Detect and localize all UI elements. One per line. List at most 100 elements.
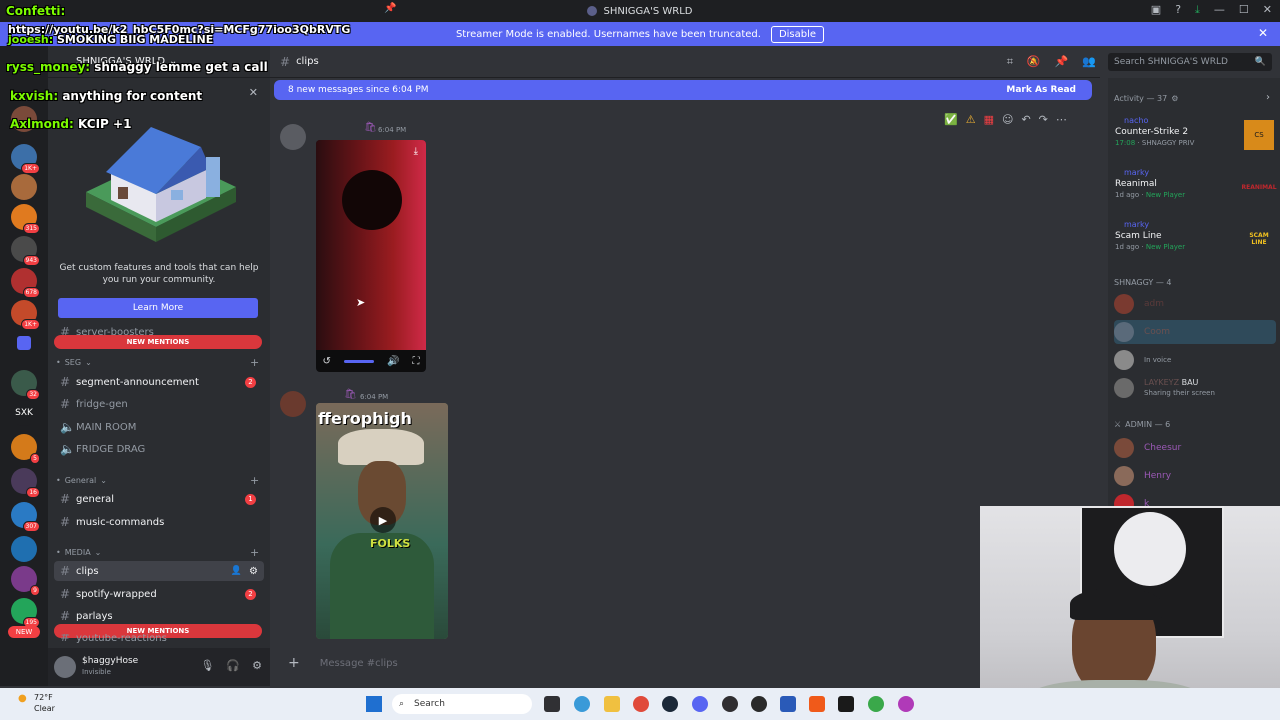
video-attachment[interactable]: fferophigh FOLKS ▶ [316,403,448,639]
channel-youtube-reactions[interactable]: # youtube-reactions [54,634,264,644]
inbox-icon[interactable]: ▣ [1151,3,1161,17]
server-icon[interactable] [11,174,37,200]
brave-icon[interactable] [809,696,825,712]
task-view-icon[interactable] [544,696,560,712]
new-mentions-pill[interactable]: NEW MENTIONS [54,335,262,349]
gear-icon[interactable]: ⚙ [252,659,262,672]
file-explorer-icon[interactable] [604,696,620,712]
channel-parlays[interactable]: # parlays [54,606,264,626]
category-media[interactable]: • MEDIA ⌄ + [56,546,259,559]
minimize-icon[interactable]: — [1214,3,1225,17]
message-input[interactable]: Message #clips [320,658,398,669]
member-row[interactable]: In voice [1114,348,1276,372]
server-icon[interactable]: 32 [11,370,40,400]
activity-card[interactable]: marky Scam Line 1d ago · New Player SCAM… [1112,220,1276,266]
close-banner-icon[interactable]: ✕ [1258,26,1268,40]
member-list-icon[interactable]: 👥 [1082,55,1096,69]
channel-general[interactable]: # general 1 [54,489,264,509]
channel-spotify-wrapped[interactable]: # spotify-wrapped 2 [54,584,264,604]
learn-more-button[interactable]: Learn More [58,298,258,318]
app-icon[interactable] [898,696,914,712]
channel-clips[interactable]: # clips 👤 ⚙ [54,561,264,581]
check-icon[interactable]: ✅ [944,113,958,126]
emoji-icon[interactable]: ☺ [1002,113,1013,126]
avatar[interactable] [280,124,306,150]
copilot-icon[interactable] [574,696,590,712]
activity-header[interactable]: Activity — 37 ⚙ [1114,94,1178,103]
play-icon[interactable]: ▶ [370,507,396,533]
chrome-icon[interactable] [868,696,884,712]
category-general[interactable]: • General ⌄ + [56,474,259,487]
category-seg[interactable]: • SEG ⌄ + [56,356,259,369]
channel-segment-announcement[interactable]: # segment-announcement 2 [54,372,264,392]
add-channel-icon[interactable]: + [250,356,259,369]
disable-streamer-button[interactable]: Disable [770,25,825,43]
notification-bell-icon[interactable]: 🔕 [1027,55,1041,69]
add-attachment-icon[interactable]: + [288,655,300,671]
terminal-icon[interactable] [780,696,796,712]
forward-icon[interactable]: ↷ [1039,113,1048,126]
server-icon[interactable]: 16 [11,468,40,498]
activity-card[interactable]: nacho Counter-Strike 2 17:08 · SHNAGGY P… [1112,116,1276,162]
gear-icon[interactable]: ⚙ [1171,94,1178,103]
server-icon[interactable]: 943 [11,236,40,266]
volume-icon[interactable]: 🔊 [387,356,399,367]
discord-icon[interactable] [692,696,708,712]
add-channel-icon[interactable]: + [250,474,259,487]
volume-slider[interactable] [343,359,374,363]
invite-icon[interactable]: 👤 [231,566,242,576]
chrome-icon[interactable] [633,696,649,712]
avatar[interactable] [280,391,306,417]
pin-icon[interactable]: 📌 [384,3,396,14]
channel-music-commands[interactable]: # music-commands [54,512,264,532]
chevron-right-icon[interactable]: › [1266,92,1270,103]
server-icon[interactable]: SXK [11,400,37,426]
gear-icon[interactable]: ⚙ [249,566,258,577]
search-input[interactable]: Search SHNIGGA'S WRLD 🔍 [1108,53,1272,71]
reply-icon[interactable]: ↶ [1021,113,1030,126]
app-icon[interactable] [751,696,767,712]
close-window-icon[interactable]: ✕ [1263,3,1272,17]
mark-as-read-button[interactable]: Mark As Read [1006,85,1076,95]
message-composer[interactable]: + Message #clips [278,650,978,676]
channel-fridge-drag[interactable]: 🔈 FRIDGE DRAG [54,439,264,459]
server-icon[interactable]: 9 [11,566,40,596]
warning-icon[interactable]: ⚠ [966,113,976,126]
microphone-icon[interactable]: 🎙 [200,659,214,672]
steam-icon[interactable] [662,696,678,712]
avatar[interactable] [54,656,76,678]
more-options-icon[interactable]: ⋯ [1056,113,1067,126]
headphones-icon[interactable]: 🎧 [226,659,240,672]
server-icon[interactable]: 5 [11,434,40,464]
threads-icon[interactable]: ⌗ [1007,55,1013,69]
member-row[interactable]: LAYKEYZ BAU Sharing their screen [1114,376,1276,400]
fullscreen-icon[interactable]: ⛶ [412,356,419,367]
server-folder-icon[interactable] [17,336,31,350]
server-icon[interactable]: 1K+ [11,144,40,174]
server-icon[interactable]: 195 [11,598,40,628]
user-info[interactable]: $haggyHose Invisible [82,656,138,678]
server-icon[interactable]: 315 [11,204,40,234]
new-messages-bar[interactable]: 8 new messages since 6:04 PM Mark As Rea… [274,80,1092,100]
maximize-icon[interactable]: ☐ [1239,3,1249,17]
windows-start-icon[interactable] [366,696,382,712]
server-icon[interactable] [11,536,37,562]
member-row[interactable]: Cheesur [1114,436,1276,460]
reaction-icon[interactable]: ▦ [984,113,994,126]
download-icon[interactable]: ⤓ [414,146,418,157]
help-icon[interactable]: ? [1175,3,1181,17]
taskbar-search[interactable]: ⌕ Search [392,694,532,714]
server-icon[interactable]: 678 [11,268,40,298]
member-row[interactable]: Coom [1114,320,1276,344]
channel-fridge-gen[interactable]: # fridge-gen [54,394,264,414]
member-row[interactable]: Henry [1114,464,1276,488]
channel-main-room[interactable]: 🔈 MAIN ROOM [54,417,264,437]
server-icon[interactable]: 1K+ [11,300,40,330]
member-row[interactable]: adm [1114,292,1276,316]
add-channel-icon[interactable]: + [250,546,259,559]
video-attachment[interactable]: ⤓ ➤ ↺ 🔊 ⛶ [316,140,426,372]
obs-icon[interactable] [722,696,738,712]
replay-icon[interactable]: ↺ [323,356,331,367]
app-icon[interactable] [838,696,854,712]
download-icon[interactable]: ⤓ [1195,3,1200,17]
